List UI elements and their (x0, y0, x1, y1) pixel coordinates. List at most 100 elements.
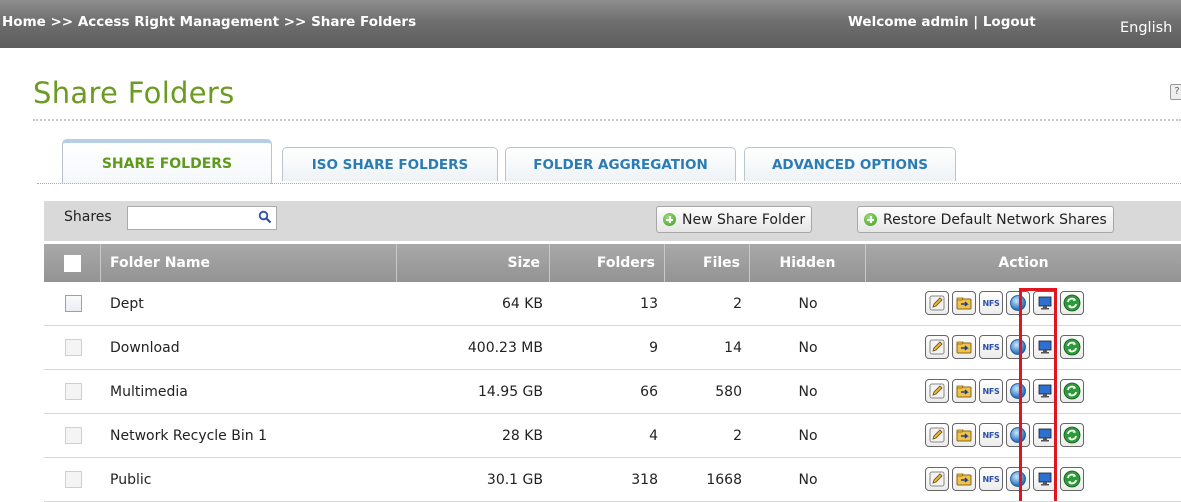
refresh-button[interactable] (1060, 423, 1084, 447)
computer-access-button[interactable] (1033, 291, 1057, 315)
refresh-button[interactable] (1060, 467, 1084, 491)
help-icon[interactable]: ? (1170, 84, 1181, 100)
edit-button[interactable] (925, 379, 949, 403)
nfs-access-button[interactable]: NFS (979, 467, 1003, 491)
folder-name[interactable]: Multimedia (110, 370, 390, 414)
col-size[interactable]: Size (397, 244, 550, 282)
breadcrumb-home[interactable]: Home (2, 14, 46, 30)
nfs-icon: NFS (982, 430, 1000, 440)
computer-access-button[interactable] (1033, 335, 1057, 359)
row-checkbox[interactable] (65, 471, 82, 488)
col-folder-name[interactable]: Folder Name (101, 244, 397, 282)
edit-button[interactable] (925, 467, 949, 491)
row-checkbox[interactable] (65, 427, 82, 444)
hidden-status: No (798, 296, 818, 312)
folder-size: 14.95 GB (478, 384, 543, 400)
row-actions: NFS (925, 467, 1084, 497)
tab-advanced-options[interactable]: ADVANCED OPTIONS (744, 147, 956, 181)
tab-iso-share-folders[interactable]: ISO SHARE FOLDERS (282, 147, 498, 181)
breadcrumb-access-right-management[interactable]: Access Right Management (78, 14, 279, 30)
col-files[interactable]: Files (665, 244, 750, 282)
edit-button[interactable] (925, 291, 949, 315)
folder-name[interactable]: Public (110, 458, 390, 502)
nfs-access-button[interactable]: NFS (979, 291, 1003, 315)
breadcrumb-current: Share Folders (311, 14, 417, 30)
access-permission-button[interactable] (952, 335, 976, 359)
restore-default-shares-label: Restore Default Network Shares (883, 211, 1107, 228)
folder-size: 64 KB (501, 296, 543, 312)
network-access-button[interactable] (1006, 423, 1030, 447)
col-folders[interactable]: Folders (550, 244, 665, 282)
nfs-access-button[interactable]: NFS (979, 335, 1003, 359)
nfs-access-button[interactable]: NFS (979, 379, 1003, 403)
row-checkbox[interactable] (65, 295, 82, 312)
restore-default-shares-button[interactable]: Restore Default Network Shares (857, 206, 1114, 233)
access-permission-button[interactable] (952, 467, 976, 491)
nfs-access-button[interactable]: NFS (979, 423, 1003, 447)
access-permission-button[interactable] (952, 291, 976, 315)
breadcrumb-separator: >> (283, 14, 307, 30)
row-checkbox[interactable] (65, 383, 82, 400)
file-count: 2 (733, 296, 742, 312)
row-actions: NFS (925, 335, 1084, 365)
select-all-checkbox[interactable] (64, 255, 81, 272)
new-share-folder-button[interactable]: New Share Folder (656, 206, 813, 233)
folder-name[interactable]: Dept (110, 282, 390, 326)
tab-folder-aggregation[interactable]: FOLDER AGGREGATION (505, 147, 736, 181)
col-action: Action (998, 255, 1049, 271)
network-access-button[interactable] (1006, 379, 1030, 403)
breadcrumb-separator: >> (50, 14, 74, 30)
refresh-button[interactable] (1060, 379, 1084, 403)
folder-name[interactable]: Network Recycle Bin 1 (110, 414, 390, 458)
row-actions: NFS (925, 379, 1084, 409)
network-access-button[interactable] (1006, 291, 1030, 315)
refresh-icon (1063, 294, 1081, 312)
folder-name[interactable]: Download (110, 326, 390, 370)
access-permission-button[interactable] (952, 379, 976, 403)
monitor-icon (1038, 296, 1052, 310)
tab-share-folders[interactable]: SHARE FOLDERS (62, 139, 272, 184)
header-select-cell (44, 244, 101, 282)
tab-bar: SHARE FOLDERS ISO SHARE FOLDERS FOLDER A… (62, 139, 1181, 184)
edit-button[interactable] (925, 423, 949, 447)
row-actions: NFS (925, 291, 1084, 321)
network-access-button[interactable] (1006, 467, 1030, 491)
refresh-button[interactable] (1060, 335, 1084, 359)
shares-label: Shares (64, 209, 112, 225)
shares-search-input[interactable] (128, 207, 248, 229)
nfs-icon: NFS (982, 386, 1000, 396)
monitor-icon (1038, 384, 1052, 398)
monitor-icon (1038, 428, 1052, 442)
network-globe-icon (1010, 383, 1026, 399)
edit-pencil-icon (929, 471, 945, 487)
monitor-icon (1038, 472, 1052, 486)
folder-size: 400.23 MB (467, 340, 543, 356)
refresh-button[interactable] (1060, 291, 1084, 315)
file-count: 2 (733, 428, 742, 444)
network-globe-icon (1010, 471, 1026, 487)
breadcrumb: Home >> Access Right Management >> Share… (2, 14, 416, 30)
edit-pencil-icon (929, 295, 945, 311)
logout-link[interactable]: Logout (983, 14, 1036, 30)
language-selector[interactable]: English (1120, 20, 1172, 36)
computer-access-button[interactable] (1033, 379, 1057, 403)
network-access-button[interactable] (1006, 335, 1030, 359)
folder-count: 4 (649, 428, 658, 444)
magnifier-icon[interactable] (258, 210, 272, 224)
edit-button[interactable] (925, 335, 949, 359)
user-area: Welcome admin | Logout (848, 14, 1036, 30)
folder-permission-icon (956, 297, 972, 310)
computer-access-button[interactable] (1033, 467, 1057, 491)
refresh-icon (1063, 426, 1081, 444)
file-count: 1668 (706, 472, 742, 488)
folder-permission-icon (956, 341, 972, 354)
folder-permission-icon (956, 473, 972, 486)
computer-access-button[interactable] (1033, 423, 1057, 447)
row-checkbox[interactable] (65, 339, 82, 356)
col-hidden[interactable]: Hidden (750, 244, 866, 282)
table-row: Dept 64 KB 13 2 No NFS (44, 282, 1181, 326)
edit-pencil-icon (929, 383, 945, 399)
access-permission-button[interactable] (952, 423, 976, 447)
folder-size: 30.1 GB (486, 472, 543, 488)
file-count: 580 (715, 384, 742, 400)
